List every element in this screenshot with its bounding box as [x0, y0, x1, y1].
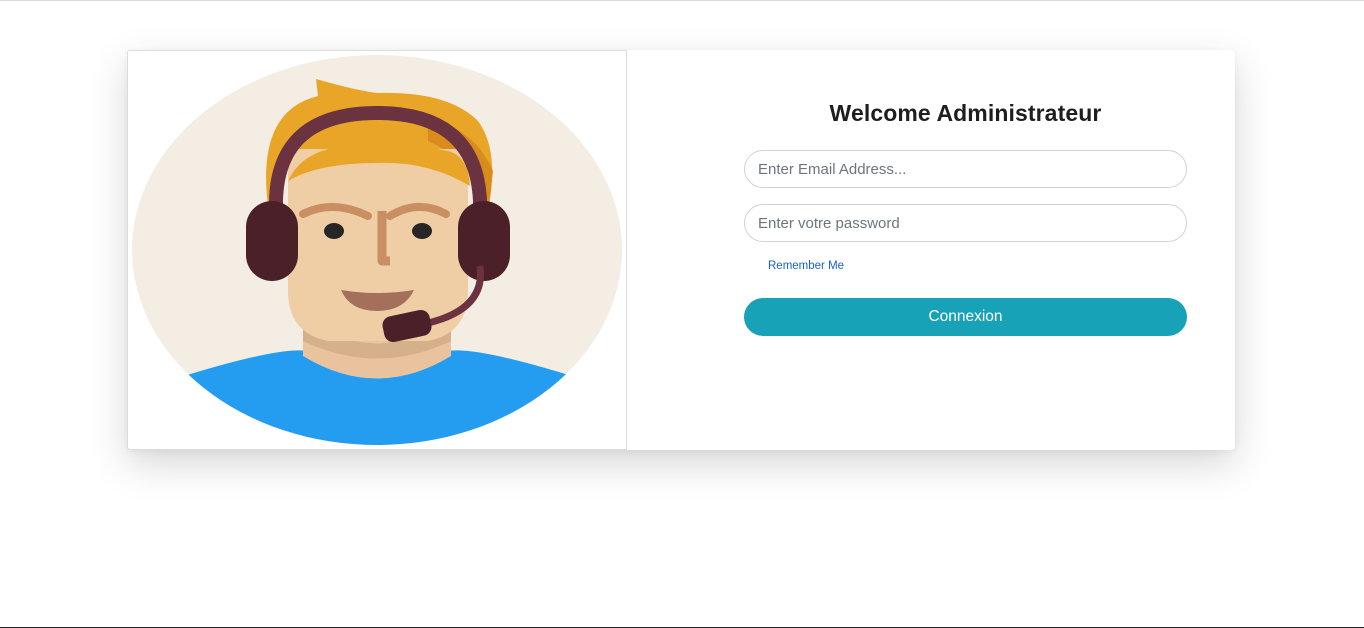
- login-card: Welcome Administrateur Remember Me Conne…: [127, 50, 1235, 450]
- avatar-panel: [127, 50, 627, 450]
- password-field[interactable]: [744, 204, 1187, 242]
- right-ear-cup: [458, 201, 510, 281]
- left-eye: [324, 223, 344, 239]
- left-ear-cup: [246, 201, 298, 281]
- support-agent-avatar-icon: [132, 55, 622, 445]
- right-eye: [412, 223, 432, 239]
- email-field[interactable]: [744, 150, 1187, 188]
- login-form-panel: Welcome Administrateur Remember Me Conne…: [627, 50, 1235, 450]
- remember-me-link[interactable]: Remember Me: [768, 260, 844, 272]
- welcome-title: Welcome Administrateur: [829, 100, 1102, 126]
- top-divider: [0, 0, 1364, 1]
- connexion-button[interactable]: Connexion: [744, 298, 1187, 336]
